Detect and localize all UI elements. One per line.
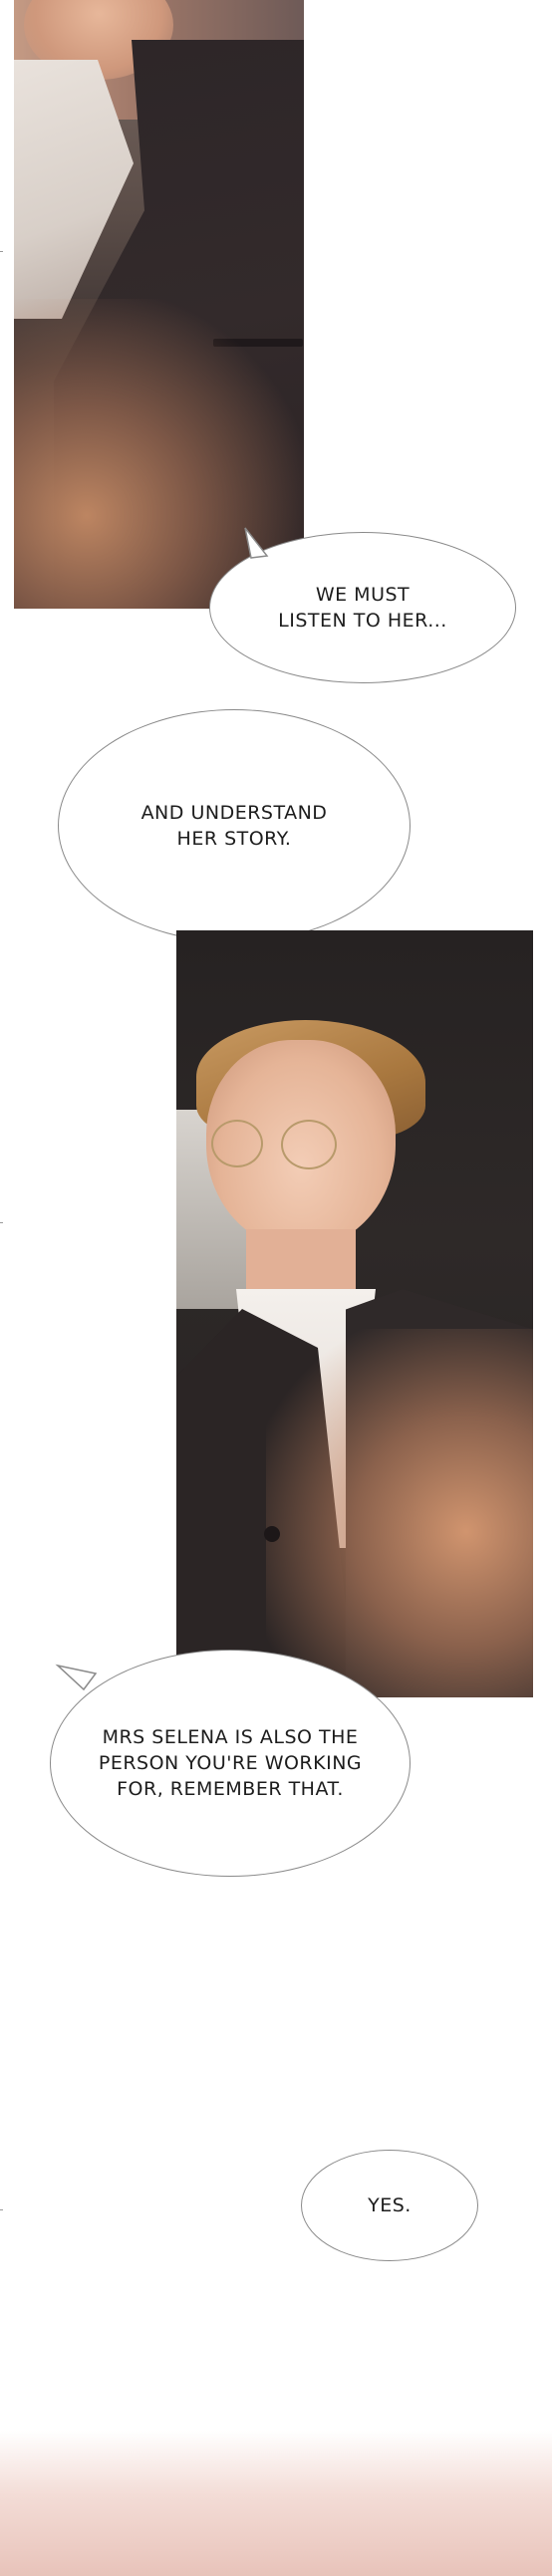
speech-bubble-yes: YES. — [301, 2150, 478, 2261]
speech-text-understand: AND UNDERSTAND HER STORY. — [140, 802, 328, 850]
warm-light-glow — [266, 1329, 533, 1697]
glasses-lens-right — [281, 1120, 337, 1169]
speech-text-listen: WE MUST LISTEN TO HER... — [278, 584, 447, 632]
bottom-pink-glow — [0, 2431, 552, 2576]
speech-text-yes: YES. — [368, 2194, 412, 2216]
bubble-tail-listen — [244, 527, 269, 559]
speech-text-selena: MRS SELENA IS ALSO THE PERSON YOU'RE WOR… — [98, 1726, 363, 1800]
glasses-lens-left — [211, 1120, 263, 1167]
speech-bubble-selena: MRS SELENA IS ALSO THE PERSON YOU'RE WOR… — [50, 1650, 411, 1877]
speech-bubble-understand: AND UNDERSTAND HER STORY. — [58, 709, 411, 942]
jacket-button — [264, 1526, 280, 1542]
margin-tick — [0, 1222, 3, 1223]
panel-suit-closeup — [14, 0, 304, 609]
margin-tick — [0, 251, 3, 252]
margin-tick — [0, 2209, 3, 2210]
panel-man-with-glasses — [176, 930, 533, 1697]
bubble-tail-selena — [55, 1664, 98, 1691]
